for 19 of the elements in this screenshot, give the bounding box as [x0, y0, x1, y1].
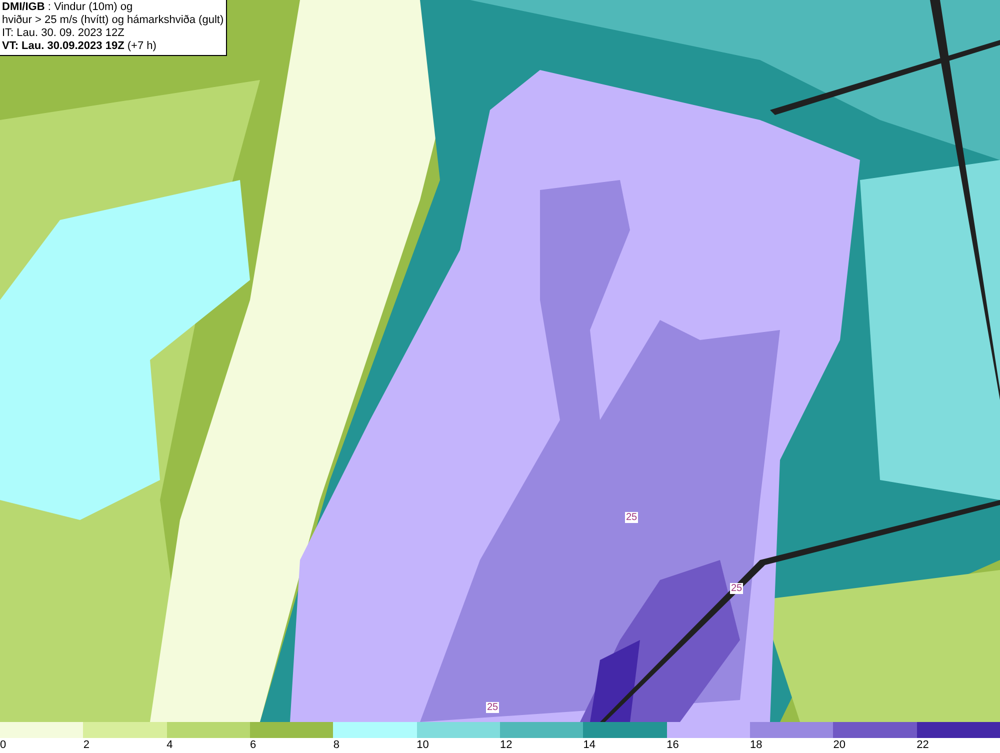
legend-tick-label: 22 [916, 738, 929, 752]
legend-tick-label: 8 [333, 738, 340, 752]
legend-tick-label: 4 [166, 738, 173, 752]
header-line: IT: Lau. 30. 09. 2023 12Z [2, 27, 126, 40]
legend-tick-label: 6 [250, 738, 256, 752]
header-line: hviður > 25 m/s (hvítt) og hámarkshviða (gult) [2, 14, 224, 27]
legend-tick-label: 18 [750, 738, 762, 752]
legend-tick-label: 0 [0, 738, 6, 752]
legend-tick-label: 16 [666, 738, 679, 752]
contour-label: 25 [625, 512, 638, 523]
contour-label: 25 [730, 583, 744, 594]
legend-tick-label: 10 [416, 738, 429, 752]
legend-tick-label: 14 [583, 738, 596, 752]
legend-tick-label: 12 [500, 738, 512, 752]
legend-tick-label: 2 [83, 738, 90, 752]
header-line: DMI/IGB : Vindur (10m) og [2, 1, 134, 14]
legend-tick-label: 20 [833, 738, 846, 752]
header-line: VT: Lau. 30.09.2023 19Z (+7 h) [2, 40, 158, 53]
contour-label: 25 [486, 702, 500, 713]
